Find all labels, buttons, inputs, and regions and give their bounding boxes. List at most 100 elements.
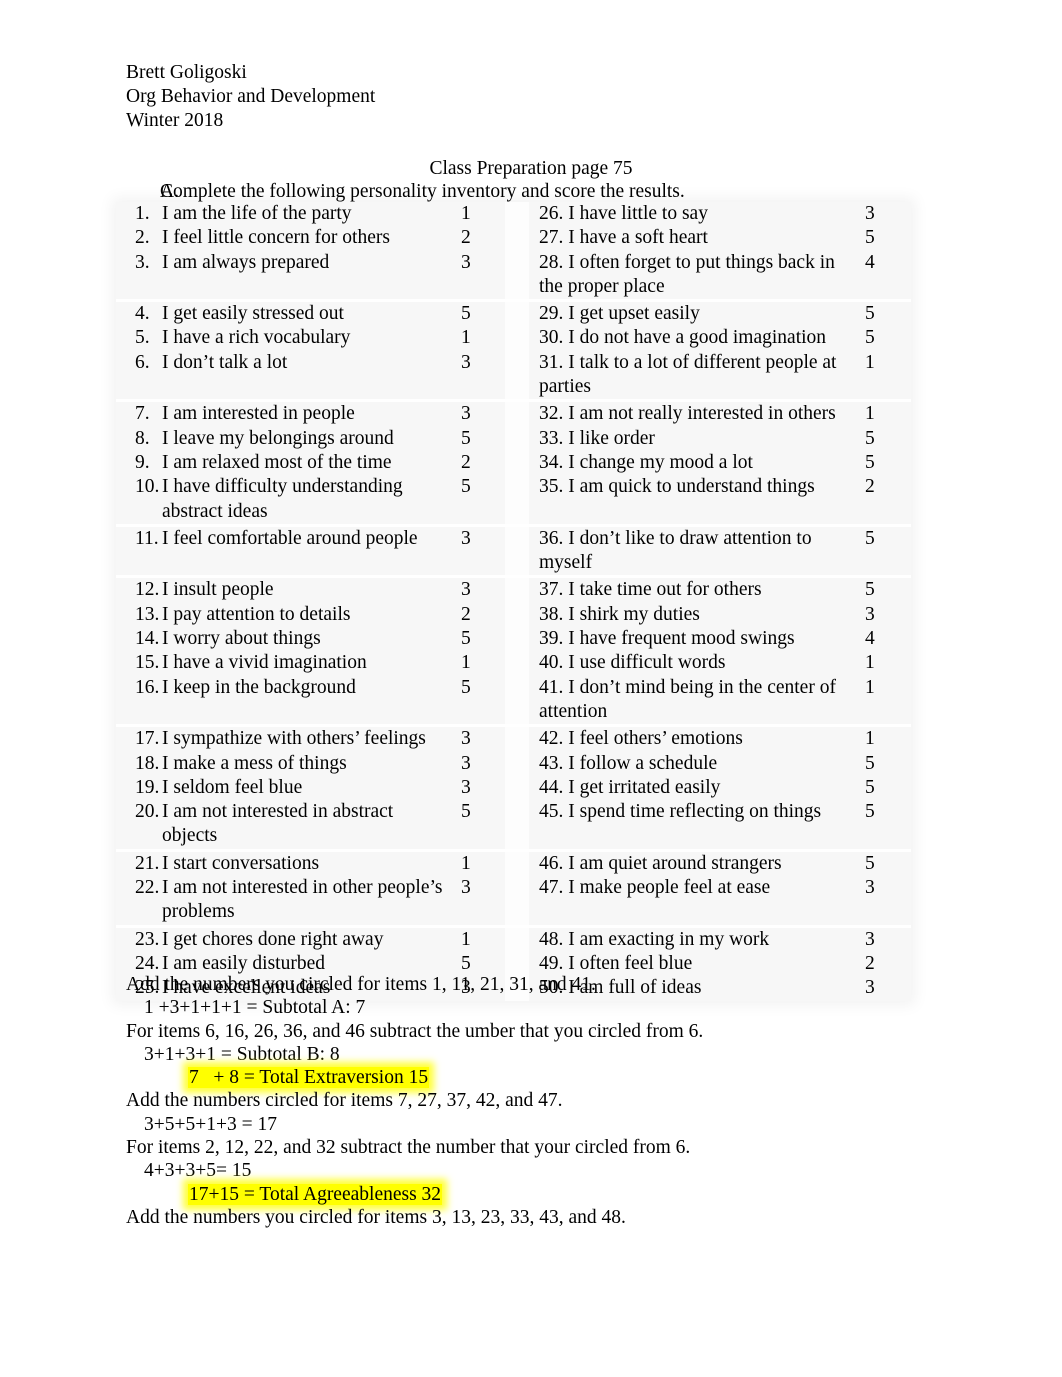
table-row: 23. I get chores done right away 1 48. I am…	[116, 927, 911, 952]
item-score-right: 5	[847, 578, 911, 603]
scoring-section: Add the numbers you circled for items 1,…	[126, 973, 956, 1229]
table-row: 15. I have a vivid imagination 1 40. I use …	[116, 651, 911, 676]
item-text-left: I am not interested in abstract objects	[162, 800, 457, 849]
column-gap	[505, 202, 529, 227]
item-number-left: 10.	[116, 475, 162, 524]
column-gap	[505, 775, 529, 801]
item-score-left: 1	[457, 202, 505, 227]
column-gap	[505, 326, 529, 351]
table-row: 10. I have difficulty understanding abstr…	[116, 475, 911, 524]
item-text-left: I have a rich vocabulary	[162, 326, 457, 351]
item-text-right: 37. I take time out for others	[529, 578, 847, 603]
item-text-right: 35. I am quick to understand things	[529, 475, 847, 524]
item-number-left: 15.	[116, 651, 162, 676]
table-row: 13. I pay attention to details 2 38. I shir…	[116, 602, 911, 628]
scoring-line-9: 4+3+3+5= 15	[144, 1160, 252, 1182]
column-gap	[505, 876, 529, 925]
item-text-right: 32. I am not really interested in others	[529, 402, 847, 427]
item-score-right: 1	[847, 651, 911, 676]
item-score-right: 3	[847, 602, 911, 628]
item-text-right: 47. I make people feel at ease	[529, 876, 847, 925]
item-text-right: 38. I shirk my duties	[529, 602, 847, 628]
item-number-left: 9.	[116, 450, 162, 476]
item-text-right: 31. I talk to a lot of different people …	[529, 350, 847, 400]
item-text-right: 26. I have little to say	[529, 202, 847, 227]
item-number-left: 8.	[116, 426, 162, 451]
personality-inventory-table: 1. I am the life of the party 1 26. I have …	[116, 202, 911, 1001]
item-score-right: 5	[847, 226, 911, 251]
scoring-total-extraversion-row: 7 + 8 = Total Extraversion 15	[126, 1066, 956, 1089]
item-number-left: 20.	[116, 800, 162, 849]
column-gap	[505, 800, 529, 849]
item-score-left: 2	[457, 226, 505, 251]
item-text-left: I worry about things	[162, 627, 457, 652]
item-text-right: 28. I often forget to put things back in…	[529, 250, 847, 300]
column-gap	[505, 675, 529, 725]
table-row: 7. I am interested in people 3 32. I am not…	[116, 402, 911, 427]
table-row: 21. I start conversations 1 46. I am quiet …	[116, 851, 911, 877]
item-text-left: I seldom feel blue	[162, 775, 457, 801]
column-gap	[505, 578, 529, 603]
column-gap	[505, 226, 529, 251]
item-number-left: 6.	[116, 350, 162, 400]
item-score-right: 5	[847, 426, 911, 451]
table-row: 1. I am the life of the party 1 26. I have …	[116, 202, 911, 227]
item-score-left: 5	[457, 302, 505, 327]
item-text-right: 39. I have frequent mood swings	[529, 627, 847, 652]
item-number-left: 7.	[116, 402, 162, 427]
item-number-left: 14.	[116, 627, 162, 652]
item-score-right: 5	[847, 800, 911, 849]
item-text-right: 30. I do not have a good imagination	[529, 326, 847, 351]
item-text-left: I sympathize with others’ feelings	[162, 727, 457, 752]
scoring-total-agreeableness-row: 17+15 = Total Agreeableness 32	[126, 1183, 956, 1206]
item-text-right: 46. I am quiet around strangers	[529, 851, 847, 877]
scoring-line-3: For items 6, 16, 26, 36, and 46 subtract…	[126, 1020, 704, 1042]
item-text-right: 27. I have a soft heart	[529, 226, 847, 251]
item-text-left: I feel little concern for others	[162, 226, 457, 251]
item-text-right: 33. I like order	[529, 426, 847, 451]
term-name: Winter 2018	[126, 110, 224, 131]
item-text-left: I am the life of the party	[162, 202, 457, 227]
item-text-right: 44. I get irritated easily	[529, 775, 847, 801]
item-text-left: I make a mess of things	[162, 751, 457, 776]
item-text-left: I feel comfortable around people	[162, 526, 457, 576]
column-gap	[505, 450, 529, 476]
item-text-right: 36. I don’t like to draw attention to my…	[529, 526, 847, 576]
item-score-right: 5	[847, 450, 911, 476]
item-score-right: 5	[847, 751, 911, 776]
student-header-block: Brett Goligoski Org Behavior and Develop…	[126, 61, 375, 133]
scoring-line-4: 3+1+3+1 = Subtotal B: 8	[144, 1043, 340, 1065]
item-score-left: 2	[457, 450, 505, 476]
item-number-left: 23.	[116, 927, 162, 952]
item-text-left: I keep in the background	[162, 675, 457, 725]
course-name: Org Behavior and Development	[126, 86, 376, 107]
table-row: 19. I seldom feel blue 3 44. I get irritate…	[116, 775, 911, 801]
item-text-left: I have difficulty understanding abstract…	[162, 475, 457, 524]
item-number-left: 19.	[116, 775, 162, 801]
item-number-left: 4.	[116, 302, 162, 327]
item-score-left: 3	[457, 250, 505, 300]
item-score-right: 3	[847, 876, 911, 925]
item-text-left: I start conversations	[162, 851, 457, 877]
item-number-left: 18.	[116, 751, 162, 776]
item-text-left: I get chores done right away	[162, 927, 457, 952]
column-gap	[505, 651, 529, 676]
item-number-left: 1.	[116, 202, 162, 227]
instruction-marker: A.	[160, 181, 179, 202]
item-text-right: 45. I spend time reflecting on things	[529, 800, 847, 849]
item-score-right: 5	[847, 302, 911, 327]
column-gap	[505, 302, 529, 327]
table-row: 11. I feel comfortable around people 3 36. …	[116, 526, 911, 576]
table-row: 14. I worry about things 5 39. I have frequ…	[116, 627, 911, 652]
item-score-right: 5	[847, 326, 911, 351]
table-row: 9. I am relaxed most of the time 2 34. I ch…	[116, 450, 911, 476]
scoring-line-8: For items 2, 12, 22, and 32 subtract the…	[126, 1137, 691, 1159]
item-text-left: I get easily stressed out	[162, 302, 457, 327]
item-score-right: 3	[847, 927, 911, 952]
scoring-line-7: 3+5+5+1+3 = 17	[144, 1113, 277, 1135]
column-gap	[505, 751, 529, 776]
item-score-right: 5	[847, 775, 911, 801]
item-score-right: 1	[847, 402, 911, 427]
item-score-right: 3	[847, 202, 911, 227]
item-number-left: 16.	[116, 675, 162, 725]
